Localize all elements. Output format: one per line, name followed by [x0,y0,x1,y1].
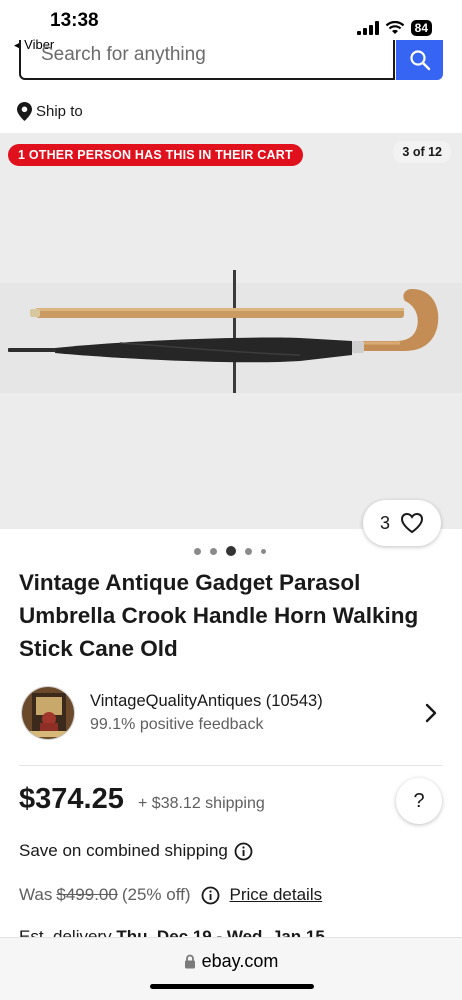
pagination-dot-active[interactable] [226,546,236,556]
image-counter: 3 of 12 [393,141,451,163]
search-input[interactable] [41,44,371,66]
help-button[interactable]: ? [396,778,442,824]
seller-feedback: 99.1% positive feedback [90,716,264,733]
help-label: ? [413,789,425,812]
was-price-row: Was $499.00 (25% off) Price details [19,885,322,905]
was-price: $499.00 [56,885,118,904]
shipping-cost: + $38.12 shipping [138,795,265,812]
location-pin-icon [17,102,32,121]
status-icons: 84 [356,20,432,36]
seller-avatar-image [22,687,74,739]
discount-percent: (25% off) [121,885,191,904]
umbrella-cane-photo [0,133,462,529]
section-divider [19,765,443,766]
seller-name[interactable]: VintageQualityAntiques (10543) [90,692,323,711]
cart-count-badge: 1 OTHER PERSON HAS THIS IN THEIR CART [8,144,303,166]
cellular-signal-icon [356,21,379,35]
lock-icon [184,954,195,969]
status-time: 13:38 [50,10,99,31]
watch-button[interactable]: 3 [363,500,441,546]
url-text: ebay.com [201,951,279,971]
pagination-dot[interactable] [261,548,266,554]
battery-indicator: 84 [410,20,432,36]
item-price: $374.25 [19,783,124,815]
chevron-right-icon [425,703,437,723]
seller-avatar[interactable] [21,686,75,740]
search-icon [409,50,430,71]
home-indicator[interactable] [150,984,314,989]
heart-icon [400,512,424,534]
ship-to-label: Ship to [36,103,83,120]
combined-shipping-label: Save on combined shipping [19,841,228,860]
pagination-dot[interactable] [194,547,201,555]
combined-shipping-row[interactable]: Save on combined shipping [19,841,253,861]
pagination-dot[interactable] [210,547,217,555]
pagination-dot[interactable] [245,547,252,555]
watch-count: 3 [379,512,390,533]
wifi-icon [385,21,404,34]
seller-chevron-button[interactable] [425,703,437,728]
was-label: Was [19,885,53,904]
address-bar[interactable]: ebay.com [0,951,462,972]
price-details-link[interactable]: Price details [230,885,323,905]
image-pagination-dots[interactable] [194,546,266,556]
search-field[interactable] [19,40,395,80]
info-icon[interactable] [234,842,253,861]
listing-title: Vintage Antique Gadget Parasol Umbrella … [19,570,419,661]
search-button[interactable] [396,40,443,80]
info-icon[interactable] [201,886,220,905]
product-image[interactable] [0,133,462,529]
ship-to-button[interactable]: Ship to [17,102,83,121]
